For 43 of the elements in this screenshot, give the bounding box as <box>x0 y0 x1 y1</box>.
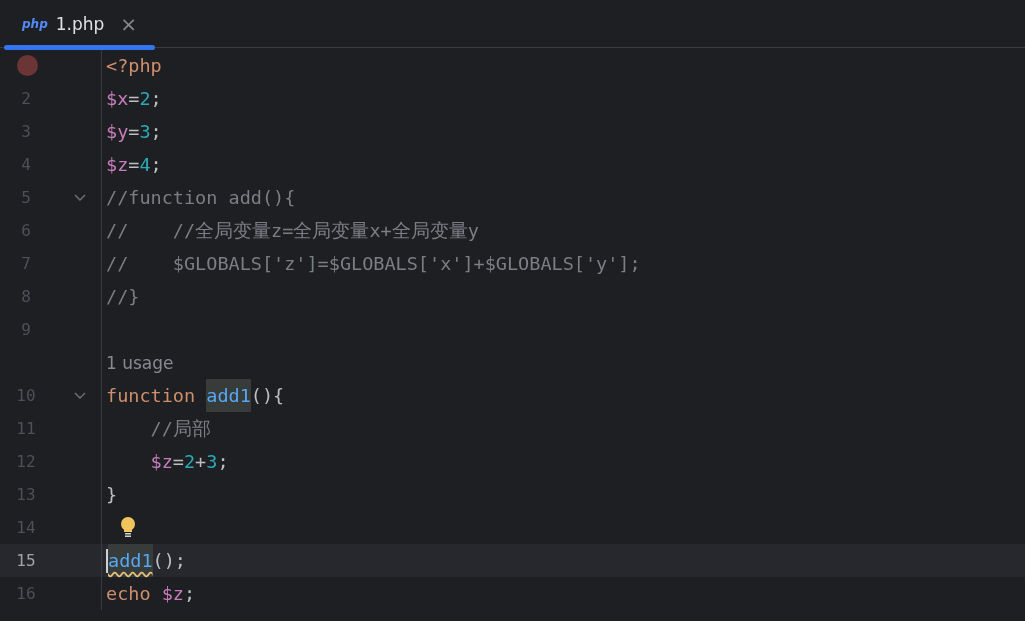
line-number: 15 <box>15 551 37 570</box>
tab-label: 1.php <box>55 13 105 34</box>
code-token: = <box>128 153 140 177</box>
code-token: $y <box>106 120 129 144</box>
code-token: //function add(){ <box>106 186 296 210</box>
code-token: 3 <box>206 450 218 474</box>
code-token: + <box>195 450 207 474</box>
code-token: $z <box>106 153 129 177</box>
highlighted-identifier: add1 <box>206 379 251 412</box>
code-token: echo <box>106 582 152 606</box>
close-icon[interactable]: × <box>120 11 138 36</box>
fold-chevron-icon[interactable] <box>74 391 86 400</box>
code-token: <?php <box>106 54 162 78</box>
code-token: // $GLOBALS['z']=$GLOBALS['x']+$GLOBALS['y']; <box>106 252 641 276</box>
code-token: $x <box>106 87 129 111</box>
file-tab[interactable]: php 1.php × <box>4 0 156 47</box>
code-token: ; <box>184 582 196 606</box>
text-cursor <box>106 548 108 573</box>
code-token: = <box>128 87 140 111</box>
code-token: ; <box>217 450 229 474</box>
php-icon: php <box>22 16 48 31</box>
code-token: (); <box>152 549 186 573</box>
code-token: function <box>106 384 197 408</box>
usage-hint[interactable]: 1 usage <box>102 352 174 373</box>
code-warning-token: add1 <box>108 544 153 577</box>
code-token: ; <box>150 153 162 177</box>
fold-chevron-icon[interactable] <box>74 193 86 202</box>
code-token: //局部 <box>149 417 211 441</box>
lightbulb-icon[interactable] <box>120 516 136 539</box>
code-token: 2 <box>183 450 196 474</box>
code-token: 2 <box>139 87 151 111</box>
code-token: } <box>106 483 118 507</box>
code-token: = <box>128 120 140 144</box>
code-token: $z <box>149 450 173 474</box>
code-token: //} <box>106 285 140 309</box>
code-token: (){ <box>250 384 285 408</box>
code-token: ; <box>150 87 162 111</box>
code-token: = <box>172 450 184 474</box>
code-token: 3 <box>139 120 151 144</box>
code-token: $z <box>161 582 184 606</box>
code-token: ; <box>150 120 162 144</box>
code-token: 4 <box>139 153 151 177</box>
code-token: // //全局变量z=全局变量x+全局变量y <box>106 219 479 243</box>
